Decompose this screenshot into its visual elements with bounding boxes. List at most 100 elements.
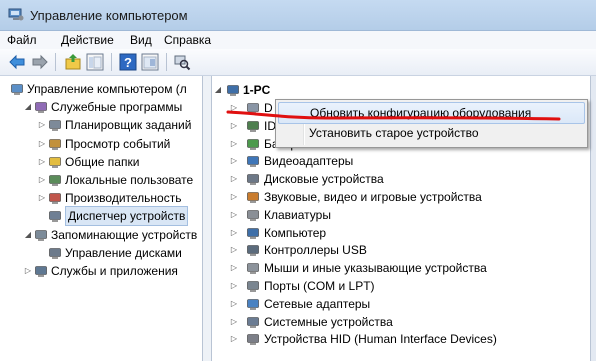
device-category[interactable]: ▷ Звуковые, видео и игровые устройства bbox=[212, 188, 592, 206]
tree-item-label: Службы и приложения bbox=[51, 264, 178, 278]
display-adapter-icon bbox=[246, 154, 260, 168]
device-category-label: Компьютер bbox=[264, 225, 327, 240]
tools-icon bbox=[34, 100, 48, 114]
menu-item-add-legacy-hardware[interactable]: Установить старое устройство bbox=[278, 123, 583, 143]
tree-item-label: Диспетчер устройств bbox=[65, 206, 189, 227]
device-category[interactable]: ▷ Видеоадаптеры bbox=[212, 152, 592, 170]
device-category[interactable]: ▷ Дисковые устройства bbox=[212, 170, 592, 188]
tree-item-label: Планировщик заданий bbox=[65, 118, 192, 133]
mouse-icon bbox=[246, 261, 260, 275]
tree-item-label: Локальные пользовате bbox=[65, 173, 194, 187]
tree-item[interactable]: ▷ Производительность bbox=[0, 189, 202, 207]
tree-expander-icon[interactable]: ▷ bbox=[230, 330, 238, 348]
console-tree-icon[interactable] bbox=[141, 53, 159, 71]
device-category-label: Звуковые, видео и игровые устройства bbox=[264, 190, 482, 204]
hid-icon bbox=[246, 332, 260, 346]
tree-expander-icon[interactable]: ▷ bbox=[38, 171, 46, 189]
device-category-label: Устройства HID (Human Interface Devices) bbox=[264, 332, 497, 347]
tree-expander-icon[interactable]: ▷ bbox=[38, 116, 46, 134]
up-folder-icon[interactable] bbox=[64, 53, 82, 71]
tree-expander-icon[interactable]: ▷ bbox=[38, 189, 46, 207]
tree-expander-icon[interactable]: ▷ bbox=[230, 295, 238, 313]
tree-item[interactable]: ▷ Общие папки bbox=[0, 153, 202, 171]
tree-item-label: Управление компьютером (л bbox=[27, 82, 187, 96]
tree-expander-icon[interactable]: ▷ bbox=[230, 206, 238, 224]
clock-icon bbox=[48, 118, 62, 132]
tree-item[interactable]: ◢ Запоминающие устройств bbox=[0, 226, 202, 244]
tree-expander-icon[interactable]: ◢ bbox=[214, 81, 222, 99]
tree-item[interactable]: Диспетчер устройств bbox=[0, 206, 202, 227]
forward-arrow-icon[interactable] bbox=[31, 53, 49, 71]
actions-pane-edge bbox=[590, 76, 596, 361]
tree-expander-icon[interactable]: ▷ bbox=[230, 241, 238, 259]
show-hide-tree-icon[interactable] bbox=[86, 53, 104, 71]
tree-item-label: Служебные программы bbox=[51, 100, 183, 115]
tree-item[interactable]: Управление дисками bbox=[0, 244, 202, 262]
tree-item[interactable]: ◢ Служебные программы bbox=[0, 98, 202, 116]
console-tree-pane: Управление компьютером (л ◢ Служебные прог… bbox=[0, 76, 203, 361]
tree-expander-icon[interactable]: ▷ bbox=[230, 313, 238, 331]
usb-icon bbox=[246, 243, 260, 257]
tree-expander-icon[interactable]: ▷ bbox=[230, 135, 238, 153]
device-category-label: Дисковые устройства bbox=[264, 172, 384, 187]
window-title: Управление компьютером bbox=[30, 8, 188, 23]
system-device-icon bbox=[246, 315, 260, 329]
device-category-label: Системные устройства bbox=[264, 314, 393, 329]
device-category-label: Контроллеры USB bbox=[264, 243, 367, 258]
device-tree-root[interactable]: ◢ 1-PC bbox=[212, 81, 592, 99]
title-bar: Управление компьютером bbox=[0, 0, 596, 31]
device-category-label: Порты (COM и LPT) bbox=[264, 279, 375, 293]
menu-action[interactable]: Действие bbox=[61, 33, 114, 47]
computer-management-icon bbox=[10, 82, 24, 96]
shared-folder-icon bbox=[48, 155, 62, 169]
device-category[interactable]: ▷ Устройства HID (Human Interface Devices… bbox=[212, 330, 592, 348]
device-category[interactable]: ▷ Клавиатуры bbox=[212, 206, 592, 224]
tree-item[interactable]: ▷ Локальные пользовате bbox=[0, 171, 202, 189]
device-category[interactable]: ▷ Системные устройства bbox=[212, 313, 592, 331]
menu-file[interactable]: Файл bbox=[7, 33, 37, 47]
disk-drive-icon bbox=[246, 172, 260, 186]
tree-expander-icon[interactable]: ▷ bbox=[230, 224, 238, 242]
computer-icon bbox=[226, 83, 240, 97]
tree-item-label: Управление дисками bbox=[65, 245, 182, 260]
menu-help[interactable]: Справка bbox=[164, 33, 211, 47]
network-icon bbox=[246, 297, 260, 311]
tree-expander-icon[interactable]: ▷ bbox=[38, 135, 46, 153]
tree-expander-icon[interactable]: ◢ bbox=[24, 226, 32, 244]
tree-item[interactable]: ▷ Планировщик заданий bbox=[0, 116, 202, 134]
device-category[interactable]: ▷ Порты (COM и LPT) bbox=[212, 277, 592, 295]
tree-expander-icon[interactable]: ▷ bbox=[24, 262, 32, 280]
tree-expander-icon[interactable]: ▷ bbox=[38, 153, 46, 171]
tree-item-label: Производительность bbox=[65, 191, 182, 206]
device-category[interactable]: ▷ Контроллеры USB bbox=[212, 241, 592, 259]
tree-expander-icon[interactable]: ▷ bbox=[230, 152, 238, 170]
tree-item[interactable]: ▷ Службы и приложения bbox=[0, 262, 202, 280]
users-icon bbox=[48, 173, 62, 187]
tree-item-label: Общие папки bbox=[65, 154, 140, 169]
tree-item-label: Просмотр событий bbox=[65, 136, 171, 151]
tree-expander-icon[interactable]: ▷ bbox=[230, 277, 238, 295]
device-category[interactable]: ▷ Компьютер bbox=[212, 224, 592, 242]
tree-expander-icon[interactable]: ▷ bbox=[230, 259, 238, 277]
device-category-label: Мыши и иные указывающие устройства bbox=[264, 261, 487, 276]
scan-hardware-icon[interactable] bbox=[173, 53, 191, 71]
tree-expander-icon[interactable]: ▷ bbox=[230, 188, 238, 206]
keyboard-icon bbox=[246, 208, 260, 222]
port-icon bbox=[246, 279, 260, 293]
services-icon bbox=[34, 264, 48, 278]
tree-expander-icon[interactable]: ▷ bbox=[230, 170, 238, 188]
tree-expander-icon[interactable]: ◢ bbox=[24, 98, 32, 116]
tree-item[interactable]: ▷ Просмотр событий bbox=[0, 135, 202, 153]
device-category[interactable]: ▷ Сетевые адаптеры bbox=[212, 295, 592, 313]
pane-splitter[interactable] bbox=[203, 76, 212, 361]
device-category-label: Видеоадаптеры bbox=[264, 154, 354, 169]
computer-icon bbox=[246, 226, 260, 240]
toolbar: ? bbox=[0, 49, 596, 76]
svg-text:?: ? bbox=[124, 55, 132, 70]
menu-view[interactable]: Вид bbox=[130, 33, 152, 47]
back-arrow-icon[interactable] bbox=[8, 53, 26, 71]
help-icon[interactable]: ? bbox=[119, 53, 137, 71]
device-category[interactable]: ▷ Мыши и иные указывающие устройства bbox=[212, 259, 592, 277]
tree-item[interactable]: Управление компьютером (л bbox=[0, 80, 202, 98]
